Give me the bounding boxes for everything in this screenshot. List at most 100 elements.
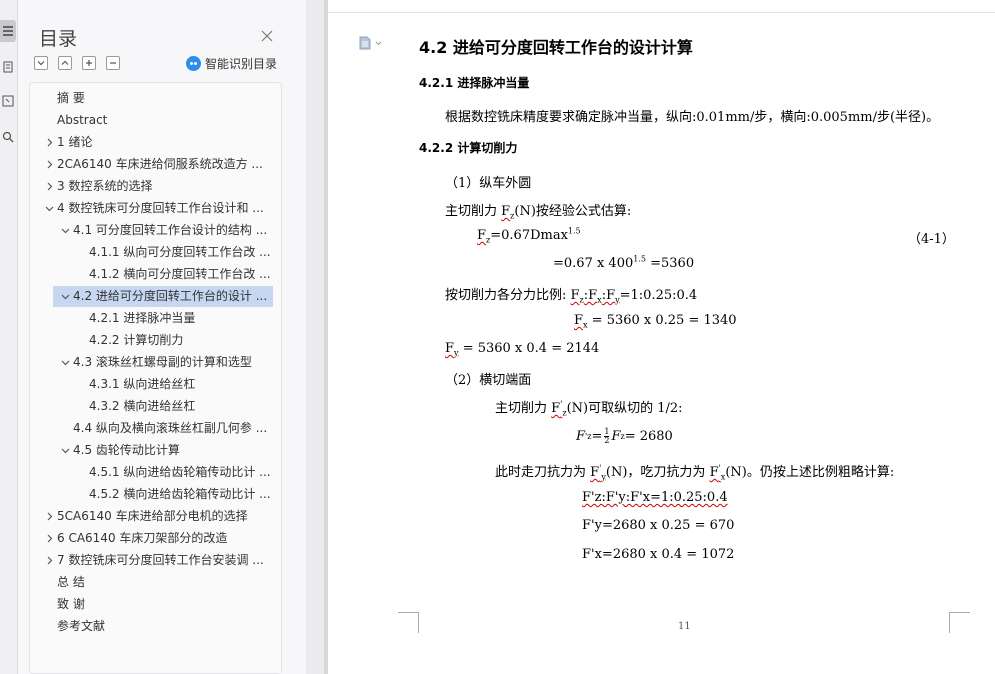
toc-item[interactable]: 6 CA6140 车床刀架部分的改造 (30, 528, 281, 549)
chevron-down-icon[interactable] (45, 204, 54, 213)
toc-panel: 目录 智能识别目录 摘 要 Abstract 1 绪论 2CA6140 车床进给伺服系… (18, 0, 306, 674)
resistance-paragraph: 此时走刀抗力为 F'y(N)，吃刀抗力为 F'x(N)。仍按上述比例粗略计算: (495, 463, 895, 482)
fy-line: Fy = 5360 x 0.4 = 2144 (445, 341, 600, 358)
toc-item-label: 4.2.2 计算切削力 (89, 333, 184, 347)
search-rail-icon[interactable] (0, 126, 16, 148)
toc-item-label: 4.1.1 纵向可分度回转工作台改 ... (89, 245, 271, 259)
toc-item-label: 2CA6140 车床进给伺服系统改造方 ... (57, 157, 263, 171)
toc-item-label: 4.2.1 进择脉冲当量 (89, 311, 196, 325)
toc-item-label: 致 谢 (57, 597, 85, 611)
remove-heading-icon[interactable] (106, 56, 120, 70)
toc-item[interactable]: 5CA6140 车床进给部分电机的选择 (30, 506, 281, 527)
toc-item-label: 6 CA6140 车床刀架部分的改造 (57, 531, 228, 545)
paragraph-menu-button[interactable] (358, 36, 382, 50)
toc-item[interactable]: 7 数控铣床可分度回转工作台安装调 ... (30, 550, 281, 571)
toc-item[interactable]: 2CA6140 车床进给伺服系统改造方 ... (30, 154, 281, 175)
toc-item[interactable]: 4.5 齿轮传动比计算 (30, 440, 281, 461)
document-page: 4.2 进给可分度回转工作台的设计计算 4.2.1 进择脉冲当量 根据数控铣床精… (328, 0, 995, 674)
chevron-down-icon (375, 40, 382, 45)
toc-item-label: 4.3.1 纵向进给丝杠 (89, 377, 196, 391)
toc-item-label: 7 数控铣床可分度回转工作台安装调 ... (57, 553, 264, 567)
toc-item-label: Abstract (57, 113, 108, 127)
chevron-right-icon[interactable] (45, 182, 54, 191)
chevron-right-icon[interactable] (45, 160, 54, 169)
chevron-down-icon[interactable] (61, 358, 70, 367)
toc-item[interactable]: 4.5.1 纵向进给齿轮箱传动比计 ... (30, 462, 281, 483)
toc-rail-icon[interactable] (0, 20, 16, 42)
toc-item[interactable]: 4.3 滚珠丝杠螺母副的计算和选型 (30, 352, 281, 373)
subheading-longitudinal: （1）纵车外圆 (445, 176, 532, 191)
toc-item-label: 4.3 滚珠丝杠螺母副的计算和选型 (73, 355, 252, 369)
toc-item[interactable]: 4.1.1 纵向可分度回转工作台改 ... (30, 242, 281, 263)
chevron-down-icon[interactable] (61, 292, 70, 301)
ratio-line-2: F'z:F'y:F'x=1:0.25:0.4 (582, 490, 728, 505)
bookmark-rail-icon[interactable] (0, 56, 16, 78)
toc-item-label: 4.3.2 横向进给丝杠 (89, 399, 196, 413)
toc-list: 摘 要 Abstract 1 绪论 2CA6140 车床进给伺服系统改造方 ... 3 … (29, 82, 282, 674)
toc-item-label: 总 结 (57, 575, 85, 589)
chevron-down-icon[interactable] (61, 226, 70, 235)
main-force-half-line: 主切削力 F'z(N)可取纵切的 1/2: (495, 399, 683, 418)
ai-robot-icon (186, 56, 201, 71)
chevron-right-icon[interactable] (45, 512, 54, 521)
toc-item[interactable]: 总 结 (30, 572, 281, 593)
toc-item-label: 1 绪论 (57, 135, 93, 149)
toc-item[interactable]: 4.3.1 纵向进给丝杠 (30, 374, 281, 395)
toc-item-label: 3 数控系统的选择 (57, 179, 153, 193)
toc-item[interactable]: 4.1.2 横向可分度回转工作台改 ... (30, 264, 281, 285)
toc-item[interactable]: 4.2 进给可分度回转工作台的设计 ... (53, 286, 273, 307)
chevron-down-icon[interactable] (61, 446, 70, 455)
toc-item[interactable]: 4.1 可分度回转工作台设计的结构 ... (30, 220, 281, 241)
expand-up-icon[interactable] (58, 56, 72, 70)
toc-item[interactable]: 4.2.2 计算切削力 (30, 330, 281, 351)
equation-4-1: Fz=0.67Dmax1.5 (477, 226, 581, 245)
chevron-right-icon[interactable] (45, 556, 54, 565)
smart-toc-button[interactable]: 智能识别目录 (186, 55, 277, 72)
crop-mark-left (398, 612, 419, 633)
close-icon[interactable] (260, 28, 274, 42)
toc-item-label: 4.1.2 横向可分度回转工作台改 ... (89, 267, 271, 281)
ratio-line: 按切削力各分力比例: Fz:Fx:Fy=1:0.25:0.4 (445, 288, 698, 305)
toc-item[interactable]: 4 数控铣床可分度回转工作台设计和 ... (30, 198, 281, 219)
add-heading-icon[interactable] (82, 56, 96, 70)
document-icon (359, 36, 371, 50)
smart-toc-label: 智能识别目录 (205, 57, 278, 71)
equation-result: =0.67 x 4001.5 =5360 (553, 254, 695, 271)
toc-item[interactable]: 1 绪论 (30, 132, 281, 153)
toc-item-label: 4.5 齿轮传动比计算 (73, 443, 180, 457)
toc-item[interactable]: 4.2.1 进择脉冲当量 (30, 308, 281, 329)
toc-item[interactable]: Abstract (30, 110, 281, 131)
fraction-one-half: 1 2 (604, 427, 610, 445)
page-number: 11 (678, 621, 691, 632)
toc-item[interactable]: 摘 要 (30, 88, 281, 109)
chevron-right-icon[interactable] (45, 138, 54, 147)
toc-item[interactable]: 致 谢 (30, 594, 281, 615)
toc-item[interactable]: 4.3.2 横向进给丝杠 (30, 396, 281, 417)
heading-4-2: 4.2 进给可分度回转工作台的设计计算 (419, 38, 693, 57)
toc-item-label: 4 数控铣床可分度回转工作台设计和 ... (57, 201, 264, 215)
chevron-right-icon[interactable] (45, 534, 54, 543)
heading-4-2-2: 4.2.2 计算切削力 (419, 141, 518, 155)
panel-scrollbar[interactable] (306, 0, 324, 674)
left-rail (0, 0, 18, 674)
fx-prime-line: F'x=2680 x 0.4 = 1072 (582, 547, 735, 562)
toc-item[interactable]: 3 数控系统的选择 (30, 176, 281, 197)
toc-item-label: 5CA6140 车床进给部分电机的选择 (57, 509, 248, 523)
subheading-facing: （2）横切端面 (445, 373, 532, 388)
toc-item-label: 摘 要 (57, 91, 85, 105)
fy-prime-line: F'y=2680 x 0.25 = 670 (582, 518, 735, 533)
pulse-paragraph: 根据数控铣床精度要求确定脉冲当量，纵向:0.01mm/步，横向:0.005mm/… (445, 110, 940, 125)
comment-rail-icon[interactable] (0, 90, 16, 112)
previous-page-edge (328, 0, 995, 13)
toc-item-label: 4.1 可分度回转工作台设计的结构 ... (73, 223, 268, 237)
toc-item-label: 4.2 进给可分度回转工作台的设计 ... (73, 289, 268, 303)
toc-item[interactable]: 4.5.2 横向进给齿轮箱传动比计 ... (30, 484, 281, 505)
toc-title: 目录 (39, 28, 78, 50)
toc-item[interactable]: 参考文献 (30, 616, 281, 637)
collapse-all-icon[interactable] (34, 56, 48, 70)
toc-item[interactable]: 4.4 纵向及横向滚珠丝杠副几何参 ... (30, 418, 281, 439)
toc-item-label: 参考文献 (57, 619, 106, 633)
main-force-line: 主切削力 Fz(N)按经验公式估算: (445, 204, 632, 221)
half-force-equation: F ' z = 1 2 Fz = 2680 (576, 427, 673, 445)
toc-item-label: 4.5.2 横向进给齿轮箱传动比计 ... (89, 487, 271, 501)
